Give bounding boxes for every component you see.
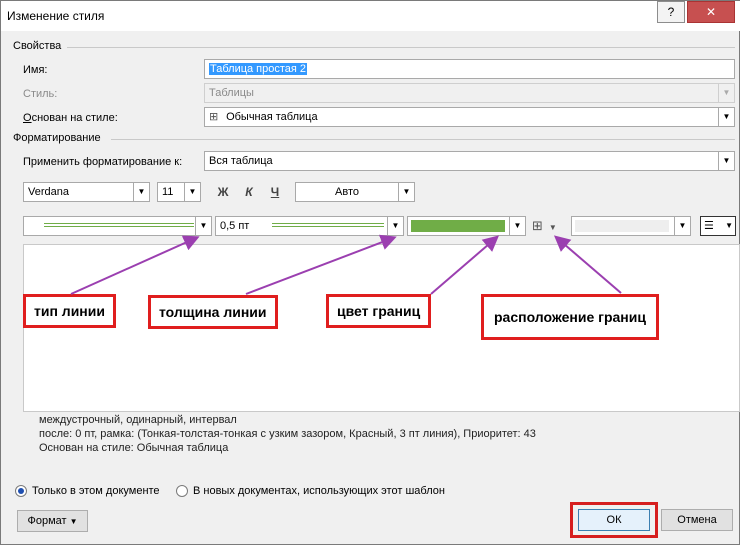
arrow-line-weight bbox=[245, 234, 397, 295]
cancel-button[interactable]: Отмена bbox=[661, 509, 733, 531]
format-button-label: Формат bbox=[27, 515, 67, 527]
arrow-border-position bbox=[553, 235, 622, 294]
format-button[interactable]: Формат ▼ bbox=[17, 510, 88, 532]
chevron-down-icon: ▼ bbox=[69, 517, 78, 526]
radio-this-document-label: Только в этом документе bbox=[32, 485, 160, 497]
arrow-border-color bbox=[430, 235, 500, 295]
style-description-line2: после: 0 пт, рамка: (Тонкая-толстая-тонк… bbox=[39, 428, 536, 440]
arrow-line-type bbox=[70, 235, 200, 295]
radio-new-documents-label: В новых документах, использующих этот ша… bbox=[193, 485, 445, 497]
style-description-line3: Основан на стиле: Обычная таблица bbox=[39, 442, 229, 454]
style-description-line1: междустрочный, одинарный, интервал bbox=[39, 414, 237, 426]
annotation-arrows bbox=[70, 234, 622, 295]
radio-this-document[interactable] bbox=[15, 485, 27, 497]
ok-highlight-frame bbox=[570, 502, 658, 538]
radio-new-documents[interactable] bbox=[176, 485, 188, 497]
modify-style-dialog: Изменение стиля ? ✕ Свойства Имя: Таблиц… bbox=[0, 0, 740, 545]
